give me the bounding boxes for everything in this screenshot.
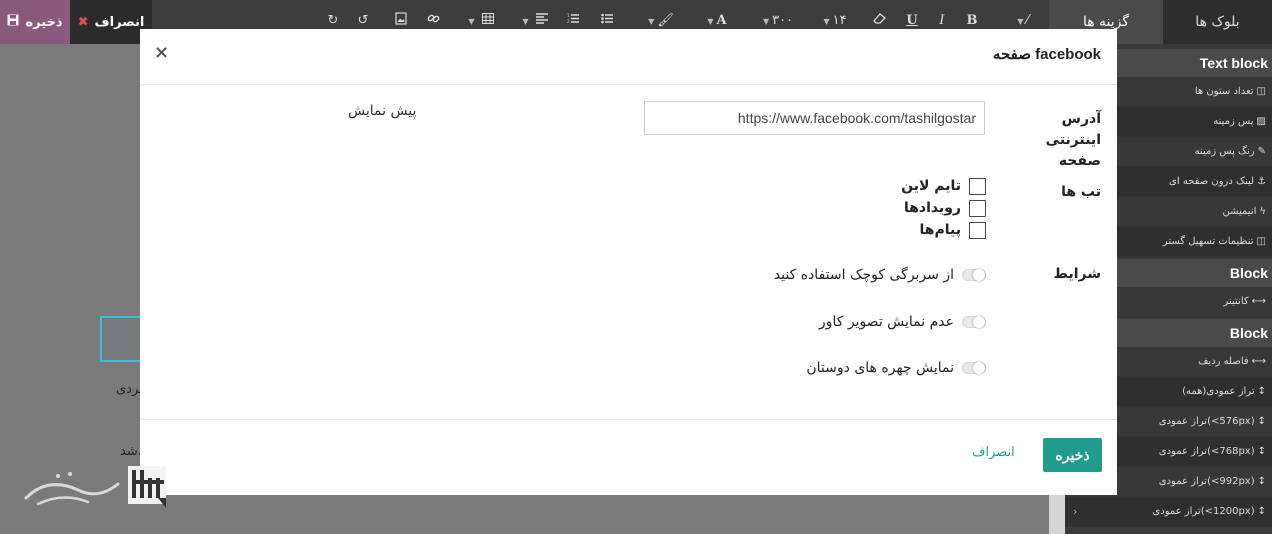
ordered-list-icon[interactable]: 12 [566,12,580,30]
image-icon[interactable] [394,12,408,30]
tab-messages-checkbox[interactable]: پیام‌ها [920,220,986,240]
svg-text:1: 1 [567,13,570,18]
bullet-list-icon[interactable] [600,12,614,30]
options-label: شرایط [1053,266,1101,282]
toggle-switch[interactable] [962,316,986,328]
image-icon: ▨ [1256,116,1266,127]
url-label: آدرس اینترنتی صفحه [1045,111,1101,169]
dialog-header: × صفحه facebook [140,29,1117,85]
preview-label: پیش نمایش [348,103,417,119]
tab-events-checkbox[interactable]: رویدادها [904,198,986,218]
align-icon[interactable]: ▼ [520,12,550,30]
line-height-select[interactable]: ▼ ۳۰۰ [760,12,796,30]
arrows-vertical-icon: ↕ [1257,386,1266,397]
close-icon[interactable]: × [154,42,169,63]
magic-wand-icon[interactable]: ▼ ⁄ [1010,12,1036,30]
arrows-horizontal-icon: ⟷ [1251,356,1266,367]
save-button[interactable]: ذخیره [0,0,70,44]
page-text-2: شد. [120,444,142,459]
hide-cover-toggle[interactable]: عدم نمایش تصویر کاور [819,312,986,332]
eyedropper-icon: ✎ [1257,146,1266,157]
tabs-label: تب ها [1061,184,1101,200]
selected-snippet[interactable] [100,316,142,362]
svg-text:2: 2 [567,19,570,24]
italic-icon[interactable]: I [935,12,949,30]
paint-brush-icon[interactable]: ▼ 🖌 [646,12,676,30]
floppy-icon [7,14,19,30]
arrows-vertical-icon: ↕ [1257,506,1266,517]
redo-icon[interactable]: ↻ [326,12,340,30]
chevron-right-icon: › [1073,505,1078,518]
watermark-logo [18,462,170,512]
bold-icon[interactable]: B [965,12,979,30]
tab-timeline-checkbox[interactable]: تایم لاین [901,176,986,196]
font-size-select[interactable]: ▼ ۱۴ [822,12,848,30]
font-color-icon[interactable]: ▼ A [702,12,732,30]
columns-icon: ◫ [1256,86,1266,97]
eraser-icon[interactable] [872,12,886,30]
show-friends-faces-toggle[interactable]: نمایش چهره های دوستان [806,358,986,378]
toggle-switch[interactable] [962,362,986,374]
save-label: ذخیره [25,14,63,30]
arrows-vertical-icon: ↕ [1257,416,1266,427]
arrows-vertical-icon: ↕ [1257,446,1266,457]
dialog-title: صفحه facebook [992,46,1101,63]
toggle-switch[interactable] [962,269,986,281]
checkbox[interactable] [969,199,986,217]
arrows-horizontal-icon: ⟷ [1251,296,1266,307]
small-header-toggle[interactable]: از سربرگی کوچک استفاده کنید [774,265,986,285]
cancel-button[interactable]: انصراف [972,445,1015,460]
save-button[interactable]: ذخیره [1043,438,1102,472]
url-input[interactable]: https://www.facebook.com/tashilgostar [644,101,985,135]
option-valign-1200[interactable]: › تراز عمودی(<1200px) ↕ [1065,497,1272,527]
dialog-footer: انصراف ذخیره [140,419,1117,495]
tab-blocks[interactable]: بلوک ها [1163,0,1272,44]
link-icon[interactable] [426,12,440,30]
underline-icon[interactable]: U [905,12,919,30]
discard-label: انصراف [94,14,145,30]
anchor-icon: ⚓ [1257,176,1266,187]
undo-icon[interactable]: ↺ [356,12,370,30]
columns-icon: ◫ [1256,236,1266,247]
table-icon[interactable]: ▼ [466,12,496,30]
checkbox[interactable] [969,177,986,195]
checkbox[interactable] [969,221,986,239]
close-icon: ✖ [77,14,89,30]
bolt-icon: ϟ [1259,206,1266,217]
arrows-vertical-icon: ↕ [1257,476,1266,487]
facebook-page-dialog: × صفحه facebook آدرس اینترنتی صفحه https… [140,29,1117,495]
